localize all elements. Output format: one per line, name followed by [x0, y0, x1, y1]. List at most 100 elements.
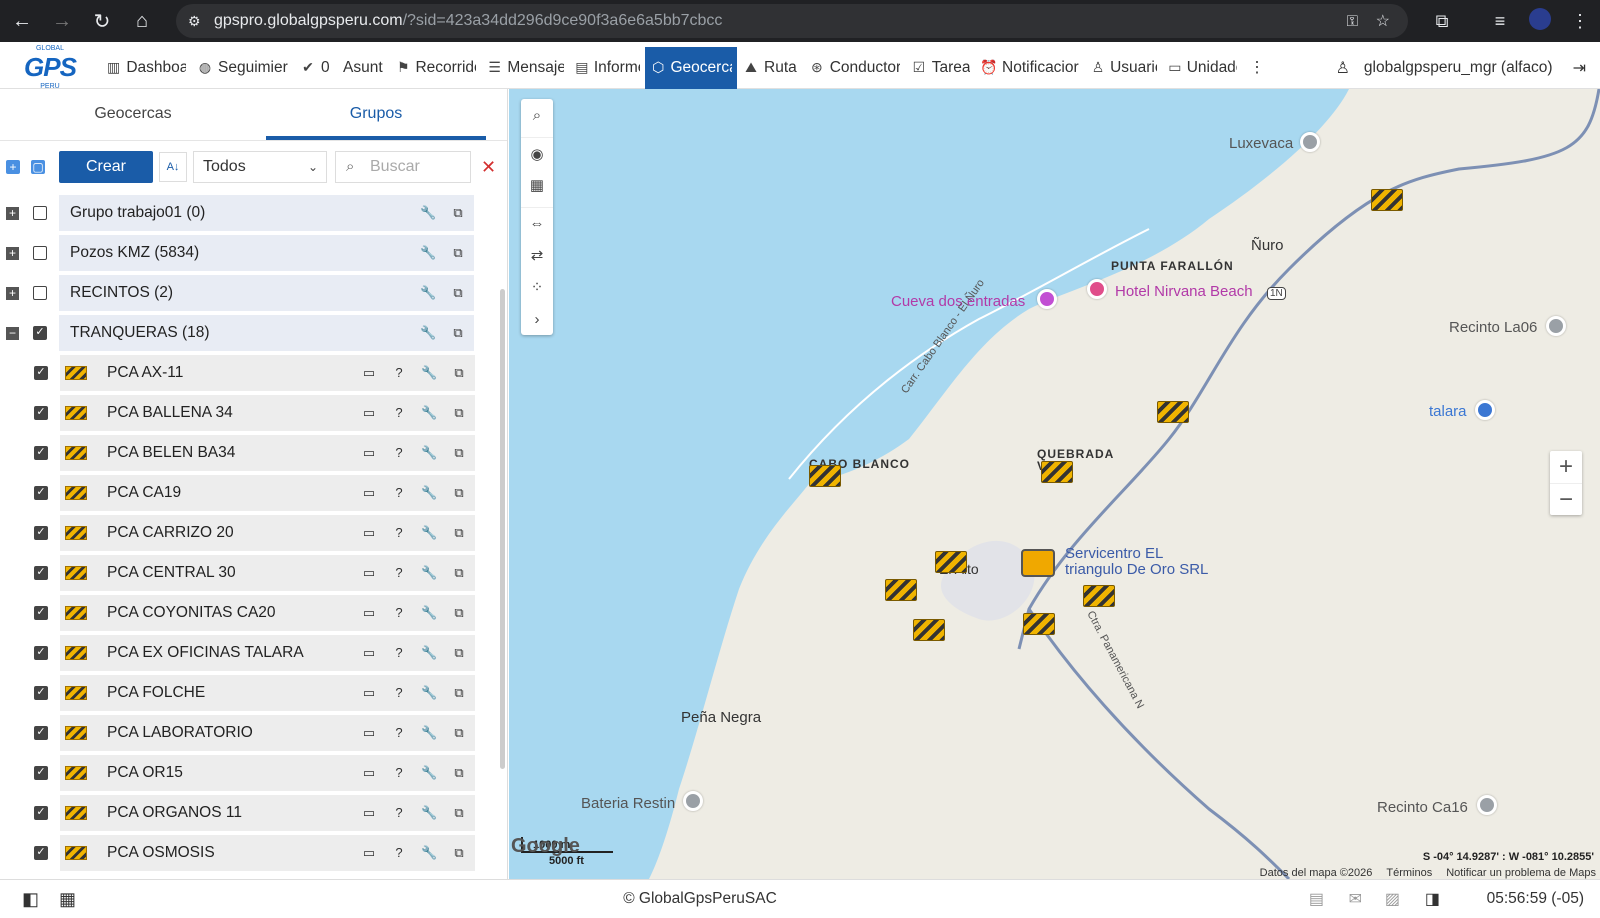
copy-icon[interactable]: ⧉	[451, 485, 467, 501]
key-icon[interactable]: ⚿	[1347, 13, 1358, 30]
item-label-box[interactable]: PCA BELEN BA34 ▭? 🔧 ⧉	[60, 435, 475, 471]
expand-icon[interactable]: +	[6, 286, 19, 300]
barrier-marker-icon[interactable]	[1023, 613, 1055, 635]
search-input[interactable]: ⌕ Buscar	[335, 151, 471, 183]
copy-icon[interactable]: ⧉	[451, 805, 467, 821]
reload-icon[interactable]: ↻	[84, 3, 120, 39]
poi-pin-icon[interactable]	[1300, 132, 1320, 152]
zoom-in-button[interactable]: +	[1550, 451, 1582, 483]
edit-wrench-icon[interactable]: 🔧	[421, 685, 437, 701]
bus-icon[interactable]: ▭	[361, 725, 377, 741]
list-item[interactable]: ✓ PCA AX-11 ▭? 🔧 ⧉	[0, 353, 490, 393]
menu-usuarios[interactable]: ♙Usuaric	[1085, 47, 1162, 89]
collapse-icon[interactable]: −	[6, 326, 19, 340]
edit-wrench-icon[interactable]: 🔧	[421, 365, 437, 381]
list-item[interactable]: ✓ PCA OSMOSIS ▭? 🔧 ⧉	[0, 833, 490, 873]
list-item[interactable]: ✓ PCA COYONITAS CA20 ▭? 🔧 ⧉	[0, 593, 490, 633]
copy-icon[interactable]: ⧉	[451, 845, 467, 861]
list-item[interactable]: ✓ PCA OR15 ▭? 🔧 ⧉	[0, 753, 490, 793]
group-label-box[interactable]: RECINTOS (2) 🔧 ⧉	[59, 275, 474, 311]
item-checkbox[interactable]: ✓	[34, 366, 48, 380]
item-label-box[interactable]: PCA CA19 ▭? 🔧 ⧉	[60, 475, 475, 511]
bus-icon[interactable]: ▭	[361, 805, 377, 821]
logout-icon[interactable]: ⇥	[1573, 58, 1586, 78]
menu-informes[interactable]: ▤Informe	[569, 47, 645, 89]
group-row[interactable]: + RECINTOS (2) 🔧 ⧉	[0, 273, 490, 313]
mail-icon[interactable]: ✉	[1349, 889, 1362, 909]
create-button[interactable]: Crear	[59, 151, 153, 183]
poi-pin-icon[interactable]	[683, 791, 703, 811]
edit-wrench-icon[interactable]: 🔧	[421, 725, 437, 741]
poi-pin-icon[interactable]	[1477, 795, 1497, 815]
edit-wrench-icon[interactable]: 🔧	[421, 645, 437, 661]
address-bar[interactable]: ⚙ gpspro.globalgpsperu.com/?sid=423a34dd…	[176, 4, 1408, 38]
copy-icon[interactable]: ⧉	[451, 645, 467, 661]
list-item[interactable]: ✓ PCA ORGANOS 11 ▭? 🔧 ⧉	[0, 793, 490, 833]
menu-ruta[interactable]: ⛰ Ruta	[737, 47, 803, 89]
messages-icon[interactable]: ▤	[1309, 889, 1324, 909]
select-all-icon[interactable]: ▢	[31, 160, 45, 174]
item-label-box[interactable]: PCA OSMOSIS ▭? 🔧 ⧉	[60, 835, 475, 871]
menu-asuntos[interactable]: Asunt	[338, 47, 390, 89]
item-label-box[interactable]: PCA LABORATORIO ▭? 🔧 ⧉	[60, 715, 475, 751]
copy-icon[interactable]: ⧉	[451, 445, 467, 461]
copy-icon[interactable]: ⧉	[451, 365, 467, 381]
tab-grupos[interactable]: Grupos	[266, 89, 486, 140]
list-item[interactable]: ✓ PCA FOLCHE ▭? 🔧 ⧉	[0, 673, 490, 713]
edit-wrench-icon[interactable]: 🔧	[421, 805, 437, 821]
logo[interactable]: GLOBAL GPS PERU	[0, 45, 100, 90]
group-row[interactable]: + Grupo trabajo01 (0) 🔧 ⧉	[0, 193, 490, 233]
waypoints-icon[interactable]: ⁘	[521, 271, 553, 303]
edit-wrench-icon[interactable]: 🔧	[421, 525, 437, 541]
barrier-marker-icon[interactable]	[1083, 585, 1115, 607]
edit-wrench-icon[interactable]: 🔧	[421, 605, 437, 621]
item-label-box[interactable]: PCA COYONITAS CA20 ▭? 🔧 ⧉	[60, 595, 475, 631]
copy-icon[interactable]: ⧉	[451, 725, 467, 741]
expand-icon[interactable]: +	[6, 206, 19, 220]
menu-geocercas[interactable]: ⬡ Geocerca	[645, 46, 737, 89]
group-row[interactable]: + Pozos KMZ (5834) 🔧 ⧉	[0, 233, 490, 273]
bus-icon[interactable]: ▭	[361, 525, 377, 541]
expand-all-icon[interactable]: +	[6, 160, 20, 174]
group-label-box[interactable]: Pozos KMZ (5834) 🔧 ⧉	[59, 235, 474, 271]
chevron-right-icon[interactable]: ›	[521, 303, 553, 335]
menu-recorrido[interactable]: ⚑ Recorridc	[390, 47, 481, 89]
expand-icon[interactable]: +	[6, 246, 19, 260]
forward-icon[interactable]: →	[44, 3, 80, 39]
home-icon[interactable]: ⌂	[124, 3, 160, 39]
group-checkbox[interactable]	[33, 246, 47, 260]
item-checkbox[interactable]: ✓	[34, 526, 48, 540]
menu-dashboard[interactable]: ▥ Dashboa	[100, 47, 191, 89]
star-icon[interactable]: ☆	[1376, 11, 1390, 31]
copy-icon[interactable]: ⧉	[451, 525, 467, 541]
user-name[interactable]: globalgpsperu_mgr (alfaco)	[1364, 59, 1553, 77]
copy-icon[interactable]: ⧉	[451, 565, 467, 581]
item-checkbox[interactable]: ✓	[34, 406, 48, 420]
menu-mensajes[interactable]: ☰ Mensaje	[481, 47, 569, 89]
bus-icon[interactable]: ▭	[361, 645, 377, 661]
barrier-marker-icon[interactable]	[809, 465, 841, 487]
edit-wrench-icon[interactable]: 🔧	[421, 565, 437, 581]
group-row[interactable]: − ✓ TRANQUERAS (18) 🔧 ⧉	[0, 313, 490, 353]
copy-icon[interactable]: ⧉	[451, 405, 467, 421]
list-item[interactable]: ✓ PCA BELEN BA34 ▭? 🔧 ⧉	[0, 433, 490, 473]
bus-icon[interactable]: ▭	[361, 765, 377, 781]
vehicle-marker-icon[interactable]	[1021, 549, 1055, 577]
search-icon[interactable]: ⌕	[521, 99, 553, 131]
edit-wrench-icon[interactable]: 🔧	[420, 325, 436, 341]
list-item[interactable]: ✓ PCA BALLENA 34 ▭? 🔧 ⧉	[0, 393, 490, 433]
browser-menu-icon[interactable]: ⋮	[1560, 11, 1600, 32]
route-icon[interactable]: ⇄	[521, 239, 553, 271]
item-checkbox[interactable]: ✓	[34, 606, 48, 620]
eye-icon[interactable]: ◉	[521, 137, 553, 169]
list-item[interactable]: ✓ PCA CA19 ▭? 🔧 ⧉	[0, 473, 490, 513]
poi-pin-icon[interactable]	[1546, 316, 1566, 336]
item-label-box[interactable]: PCA ORGANOS 11 ▭? 🔧 ⧉	[60, 795, 475, 831]
item-label-box[interactable]: PCA FOLCHE ▭? 🔧 ⧉	[60, 675, 475, 711]
group-checkbox[interactable]	[33, 286, 47, 300]
menu-events[interactable]: ✔ 0	[294, 47, 338, 89]
menu-tarea[interactable]: ☑ Tarea	[905, 47, 975, 89]
filter-select[interactable]: Todos ⌄	[193, 151, 327, 183]
edit-wrench-icon[interactable]: 🔧	[420, 245, 436, 261]
item-checkbox[interactable]: ✓	[34, 846, 48, 860]
